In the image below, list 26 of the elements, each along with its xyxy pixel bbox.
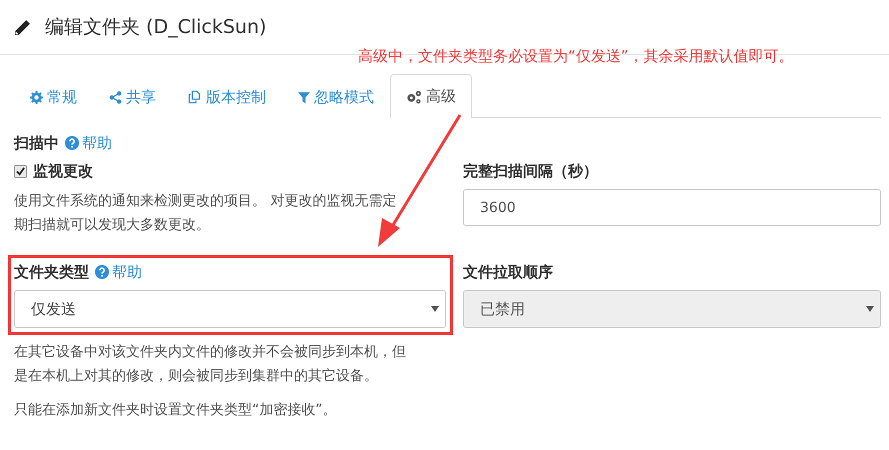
help-icon (95, 265, 109, 279)
annotation-text: 高级中，文件夹类型务必设置为“仅发送”，其余采用默认值即可。 (358, 47, 794, 66)
page-title: 编辑文件夹 (D_ClickSun) (45, 15, 266, 40)
select-field[interactable]: 仅发送 (14, 290, 446, 328)
share-icon (109, 90, 122, 104)
caret-icon (866, 306, 874, 312)
filter-icon (298, 90, 310, 104)
note-text: 只能在添加新文件夹时设置文件夹类型“加密接收”。 (14, 401, 338, 420)
gears-icon (406, 90, 422, 104)
section-title: 扫描中 (14, 134, 59, 152)
checkbox[interactable] (14, 164, 27, 178)
field-label: 文件夹类型 (14, 262, 89, 282)
field-label: 完整扫描间隔（秒） (463, 160, 599, 182)
description-text: 在其它设备中对该文件夹内文件的修改并不会被同步到本机，但是在本机上对其的修改，则会被同步到集群中的其它设备。 (14, 343, 407, 386)
checkbox-label: 监视更改 (33, 162, 93, 180)
copy-icon (188, 90, 202, 104)
field-label: 文件拉取顺序 (463, 262, 554, 282)
description-text: 使用文件系统的通知来检测更改的项目。 对更改的监视无需定期扫描就可以发现大多数更改。 (14, 192, 398, 235)
tab[interactable]: 高级 (390, 74, 472, 118)
gear-icon (30, 90, 43, 104)
pencil-icon (14, 18, 31, 36)
help-link[interactable]: 帮助 (112, 262, 142, 282)
input-field[interactable]: 3600 (463, 189, 881, 226)
caret-icon (431, 306, 439, 312)
help-link[interactable]: 帮助 (82, 134, 112, 152)
help-icon (65, 136, 79, 150)
